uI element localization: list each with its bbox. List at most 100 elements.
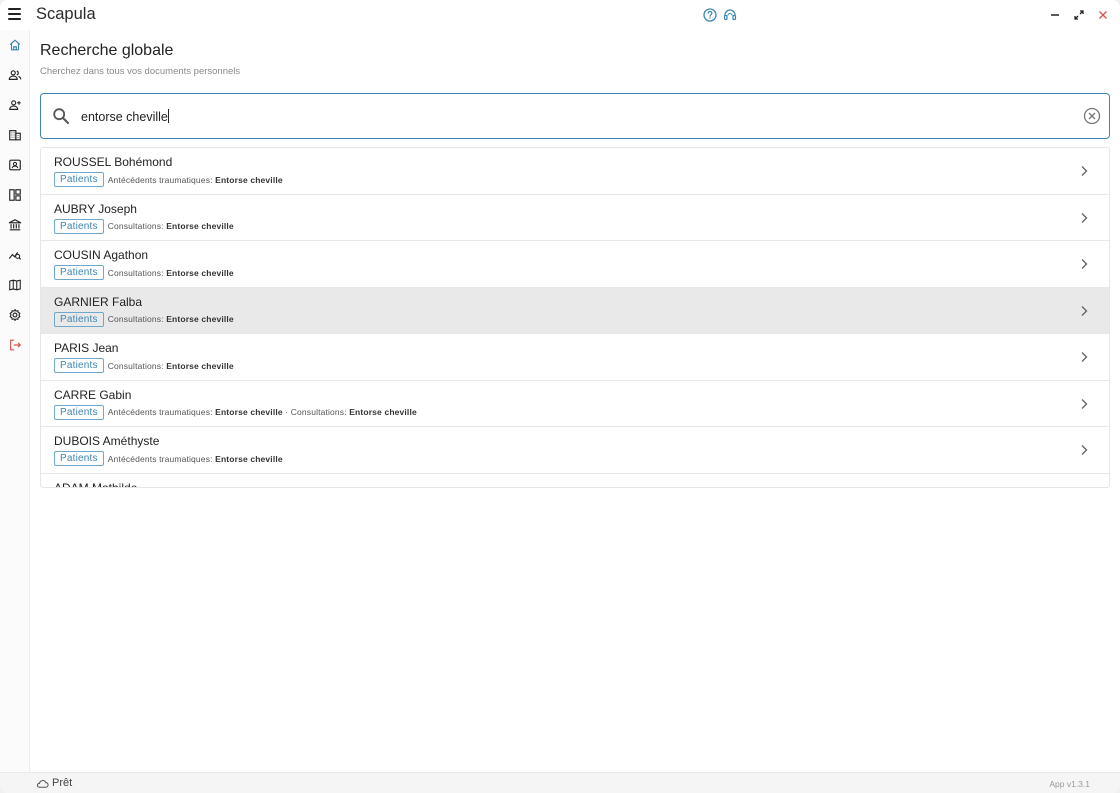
users-icon <box>8 70 22 80</box>
match-field-label: Consultations: <box>107 360 164 371</box>
cloud-icon <box>36 780 49 788</box>
result-name: PARIS Jean <box>54 341 119 355</box>
result-row[interactable]: CARRE Gabin Patients Antécédents traumatiq… <box>41 381 1109 427</box>
result-name: COUSIN Agathon <box>54 248 149 262</box>
contact-card-icon <box>9 159 21 171</box>
result-meta: Patients Antécédents traumatiques: Entors… <box>54 451 283 466</box>
logout-icon <box>10 339 22 351</box>
close-icon[interactable] <box>1095 7 1111 23</box>
sidebar-item-new-patient[interactable] <box>6 96 24 114</box>
match-field-label: Consultations: <box>107 221 164 231</box>
sidebar-item-organizations[interactable] <box>6 126 24 144</box>
sidebar-item-logout[interactable] <box>6 336 24 354</box>
match-field-label: Consultations: <box>107 314 164 324</box>
match-field-label: Antécédents traumatiques: <box>107 174 213 185</box>
map-icon <box>9 279 21 291</box>
sidebar-item-home[interactable] <box>6 36 24 54</box>
result-name: ADAM Mathilde <box>54 480 138 488</box>
match-field-label: Consultations: <box>107 267 164 278</box>
match-details: Antécédents traumatiques: Entorse chevil… <box>108 454 283 464</box>
match-value: Entorse cheville <box>166 360 234 371</box>
match-field-label: Antécédents traumatiques: <box>107 453 213 464</box>
menu-icon[interactable] <box>8 8 21 20</box>
text-caret <box>167 109 169 123</box>
result-name: ROUSSEL Bohémond <box>54 155 173 169</box>
sidebar <box>0 30 30 772</box>
result-row[interactable]: AUBRY Joseph Patients Consultations: Entor… <box>41 195 1109 241</box>
bank-icon <box>8 219 22 231</box>
match-details: Consultations: Entorse cheville <box>108 221 234 231</box>
status-text: Prêt <box>52 777 73 789</box>
result-name: CARRE Gabin <box>54 387 132 402</box>
result-row[interactable]: DUBOIS Améthyste Patients Antécédents trau… <box>41 427 1109 474</box>
match-value: Entorse cheville <box>215 174 283 185</box>
category-badge: Patients <box>54 172 104 187</box>
match-details: Antécédents traumatiques: Entorse chevil… <box>108 175 283 185</box>
search-input[interactable]: entorse cheville <box>81 109 169 124</box>
category-badge: Patients <box>54 265 104 280</box>
home-icon <box>9 39 21 51</box>
chevron-right-icon <box>1081 259 1088 269</box>
help-icon[interactable] <box>702 7 718 23</box>
match-value: Entorse cheville <box>166 267 234 278</box>
result-meta: Patients Consultations: Entorse cheville <box>54 218 234 234</box>
result-name: GARNIER Falba <box>54 294 143 309</box>
analytics-search-icon <box>8 252 22 260</box>
result-row[interactable]: ROUSSEL Bohémond Patients Antécédents trau… <box>41 148 1109 195</box>
match-separator: · <box>282 407 291 417</box>
result-row[interactable]: ADAM Mathilde <box>41 474 1109 488</box>
category-badge: Patients <box>54 218 104 234</box>
result-meta: Patients Consultations: Entorse cheville <box>54 265 234 280</box>
chevron-right-icon <box>1081 445 1088 455</box>
match-field-label: Consultations: <box>290 407 347 417</box>
app-window: Scapula Recherche globale Cherchez dans … <box>0 0 1120 793</box>
match-value: Entorse cheville <box>215 453 283 464</box>
result-name: AUBRY Joseph <box>54 201 137 216</box>
match-value: Entorse cheville <box>215 407 283 417</box>
settings-icon <box>9 309 21 321</box>
page-title: Recherche globale <box>40 42 174 59</box>
result-meta: Patients Consultations: Entorse cheville <box>54 358 234 373</box>
result-meta: Patients Consultations: Entorse cheville <box>54 311 234 327</box>
result-row[interactable]: GARNIER Falba Patients Consultations: Ento… <box>41 287 1109 334</box>
search-results-list[interactable]: ROUSSEL Bohémond Patients Antécédents trau… <box>40 147 1110 488</box>
category-badge: Patients <box>54 451 104 466</box>
sidebar-item-settings[interactable] <box>6 306 24 324</box>
main-content: Recherche globale Cherchez dans tous vos… <box>30 30 1120 772</box>
result-name: DUBOIS Améthyste <box>54 434 160 448</box>
match-value: Entorse cheville <box>166 314 234 324</box>
app-title: Scapula <box>36 5 96 23</box>
search-icon <box>53 108 69 124</box>
building-icon <box>9 130 21 141</box>
support-headset-icon[interactable] <box>722 7 738 23</box>
sidebar-item-patients[interactable] <box>6 66 24 84</box>
clear-search-icon[interactable] <box>1083 107 1101 125</box>
page-subtitle: Cherchez dans tous vos documents personn… <box>40 66 241 77</box>
sidebar-item-dashboard[interactable] <box>6 186 24 204</box>
chevron-right-icon <box>1081 305 1088 316</box>
status-bar: Prêt App v1.3.1 <box>0 772 1120 793</box>
minimize-icon[interactable] <box>1047 7 1063 23</box>
sidebar-item-analytics[interactable] <box>6 246 24 264</box>
result-row[interactable]: COUSIN Agathon Patients Consultations: Ent… <box>41 241 1109 288</box>
chevron-right-icon <box>1081 166 1088 176</box>
match-field-label: Antécédents traumatiques: <box>107 407 213 417</box>
result-row[interactable]: PARIS Jean Patients Consultations: Entorse… <box>41 334 1109 381</box>
app-version: App v1.3.1 <box>1049 779 1090 789</box>
result-meta: Patients Antécédents traumatiques: Entors… <box>54 404 417 420</box>
match-value: Entorse cheville <box>349 407 417 417</box>
dashboard-icon <box>9 189 21 201</box>
category-badge: Patients <box>54 358 104 373</box>
match-details: Consultations: Entorse cheville <box>108 268 234 278</box>
global-search-field[interactable]: entorse cheville <box>40 93 1110 139</box>
match-details: Antécédents traumatiques: Entorse chevil… <box>108 407 417 417</box>
chevron-right-icon <box>1081 352 1088 362</box>
sidebar-item-contacts[interactable] <box>6 156 24 174</box>
sidebar-item-map[interactable] <box>6 276 24 294</box>
title-bar: Scapula <box>0 0 1120 30</box>
match-details: Consultations: Entorse cheville <box>108 361 234 371</box>
sidebar-item-bank[interactable] <box>6 216 24 234</box>
result-meta: Patients Antécédents traumatiques: Entors… <box>54 172 283 187</box>
maximize-icon[interactable] <box>1071 7 1087 23</box>
category-badge: Patients <box>54 404 104 420</box>
